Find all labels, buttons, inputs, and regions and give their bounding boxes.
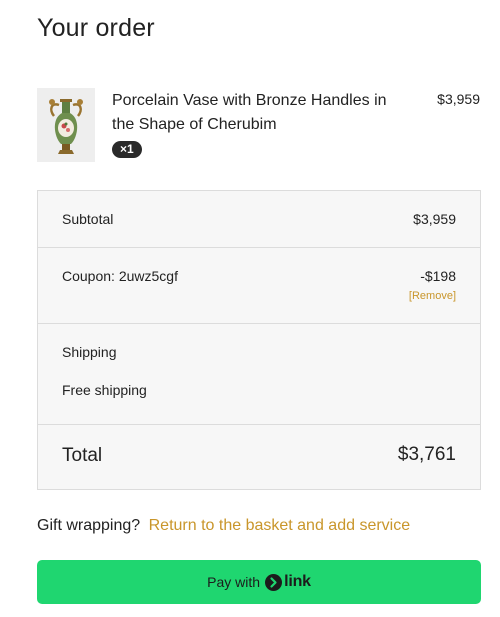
porcelain-vase-image: [37, 88, 95, 162]
shipping-method: Free shipping: [62, 382, 147, 398]
subtotal-row: Subtotal $3,959: [38, 191, 480, 248]
remove-coupon-link[interactable]: [Remove]: [409, 290, 456, 302]
total-label: Total: [62, 445, 103, 466]
gift-wrapping-question: Gift wrapping?: [37, 517, 141, 534]
pay-button-label: Pay with: [207, 574, 261, 590]
product-name: Porcelain Vase with Bronze Handles in th…: [112, 92, 387, 133]
link-brand-text: link: [284, 573, 311, 590]
coupon-discount: -$198: [420, 268, 456, 284]
shipping-label: Shipping: [62, 344, 117, 360]
subtotal-label: Subtotal: [62, 211, 114, 227]
page-title: Your order: [37, 14, 155, 42]
subtotal-value: $3,959: [413, 211, 456, 227]
return-to-basket-link[interactable]: Return to the basket and add service: [149, 517, 411, 534]
product-price: $3,959: [437, 91, 480, 107]
gift-wrapping-line: Gift wrapping? Return to the basket and …: [37, 517, 410, 535]
link-brand-mark: link: [265, 573, 311, 591]
chevron-circle-icon: [265, 573, 283, 591]
total-value: $3,761: [397, 444, 456, 465]
coupon-label: Coupon: 2uwz5cgf: [62, 268, 178, 284]
checkout-order-panel: Your order Porcelain Vase with Bronze Ha…: [0, 0, 500, 617]
coupon-row: Coupon: 2uwz5cgf -$198 [Remove]: [38, 248, 480, 324]
quantity-badge: ×1: [112, 141, 142, 158]
pay-with-link-button[interactable]: Pay with link: [37, 560, 481, 604]
product-thumbnail: [37, 88, 95, 162]
total-row: Total $3,761: [38, 425, 480, 489]
order-summary: Subtotal $3,959 Coupon: 2uwz5cgf -$198 […: [37, 190, 481, 490]
shipping-row: Shipping Free shipping: [38, 324, 480, 425]
